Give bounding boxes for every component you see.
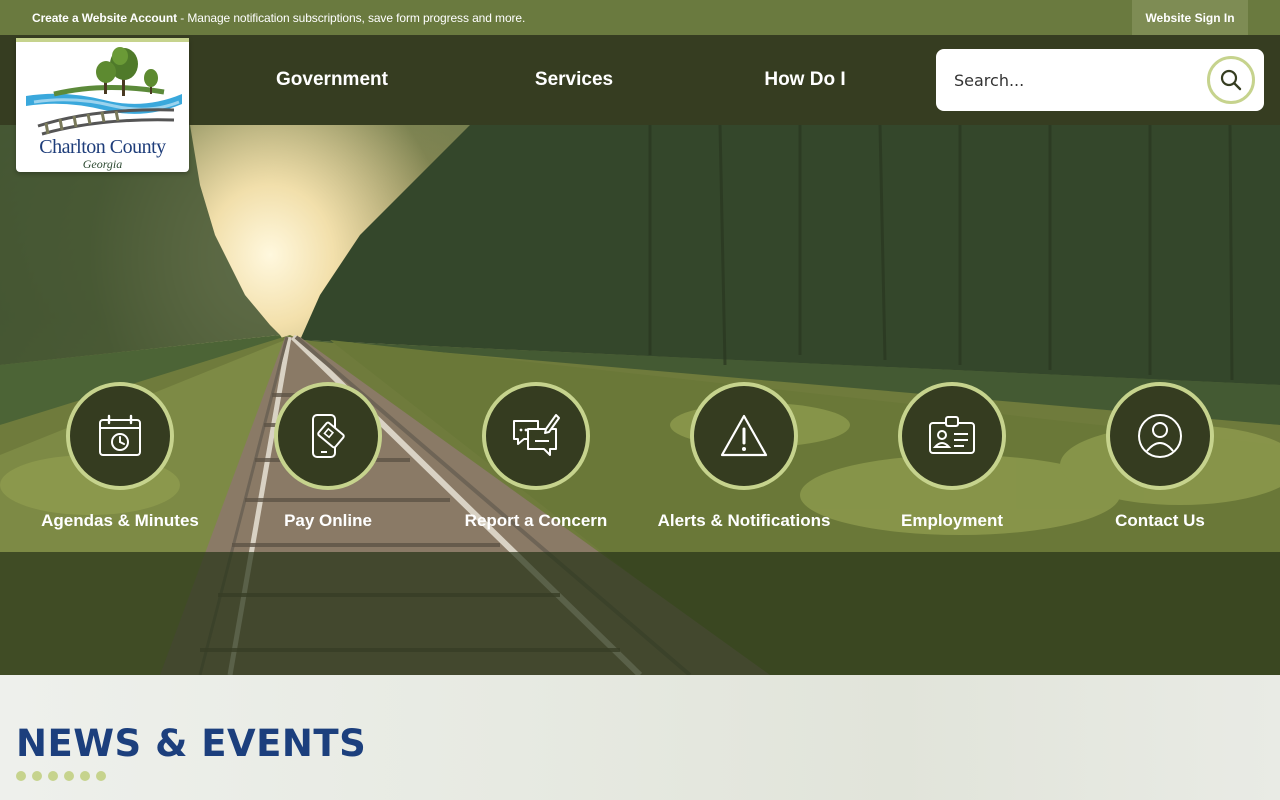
quicklink-circle (1106, 382, 1214, 490)
quick-links-band (0, 552, 1280, 675)
logo-graphic (26, 47, 182, 136)
nav-how-do-i[interactable]: How Do I (725, 35, 885, 125)
utility-bar: Create a Website Account - Manage notifi… (0, 0, 1280, 35)
calendar-clock-icon (99, 414, 141, 456)
quicklink-label: Report a Concern (464, 511, 608, 530)
create-account-description: - Manage notification subscriptions, sav… (176, 11, 526, 25)
logo-state-name: Georgia (82, 157, 123, 171)
county-logo[interactable]: Charlton County Georgia (16, 38, 189, 172)
warning-icon (720, 414, 768, 457)
logo-county-name: Charlton County (39, 136, 166, 158)
quicklink-label: Alerts & Notifications (657, 511, 831, 530)
heading-dot-divider (16, 771, 106, 781)
divider-dot (32, 771, 42, 781)
search-icon (1220, 69, 1242, 91)
quicklink-agendas-minutes[interactable]: Agendas & Minutes (16, 382, 224, 531)
quicklink-report-concern[interactable]: Report a Concern (432, 382, 640, 531)
quicklink-label: Employment (900, 511, 1004, 530)
create-account-link[interactable]: Create a Website Account (32, 11, 177, 25)
quicklink-pay-online[interactable]: Pay Online (224, 382, 432, 531)
quicklink-circle (482, 382, 590, 490)
news-events-section: NEWS & EVENTS (0, 675, 1280, 800)
divider-dot (64, 771, 74, 781)
quicklink-circle (690, 382, 798, 490)
nav-government[interactable]: Government (252, 35, 412, 125)
id-badge-icon (929, 416, 975, 454)
divider-dot (80, 771, 90, 781)
quicklink-label: Pay Online (284, 511, 372, 530)
chat-edit-icon (513, 414, 560, 456)
quicklink-circle (898, 382, 1006, 490)
website-sign-in-button[interactable]: Website Sign In (1132, 0, 1248, 35)
quicklink-circle (66, 382, 174, 490)
quicklink-employment[interactable]: Employment (848, 382, 1056, 531)
phone-payment-icon (312, 414, 345, 458)
news-events-heading: NEWS & EVENTS (16, 722, 367, 765)
create-account-message: Create a Website Account - Manage notifi… (32, 11, 525, 25)
user-circle-icon (1138, 414, 1182, 458)
divider-dot (48, 771, 58, 781)
search-button[interactable] (1207, 56, 1255, 104)
quicklink-circle (274, 382, 382, 490)
divider-dot (96, 771, 106, 781)
quicklink-label: Contact Us (1115, 511, 1205, 530)
quicklink-alerts-notifications[interactable]: Alerts & Notifications (640, 382, 848, 531)
search-input[interactable] (954, 63, 1194, 97)
quicklink-label: Agendas & Minutes (41, 511, 199, 530)
nav-services[interactable]: Services (494, 35, 654, 125)
search-box (936, 49, 1264, 111)
quicklink-contact-us[interactable]: Contact Us (1056, 382, 1264, 531)
divider-dot (16, 771, 26, 781)
